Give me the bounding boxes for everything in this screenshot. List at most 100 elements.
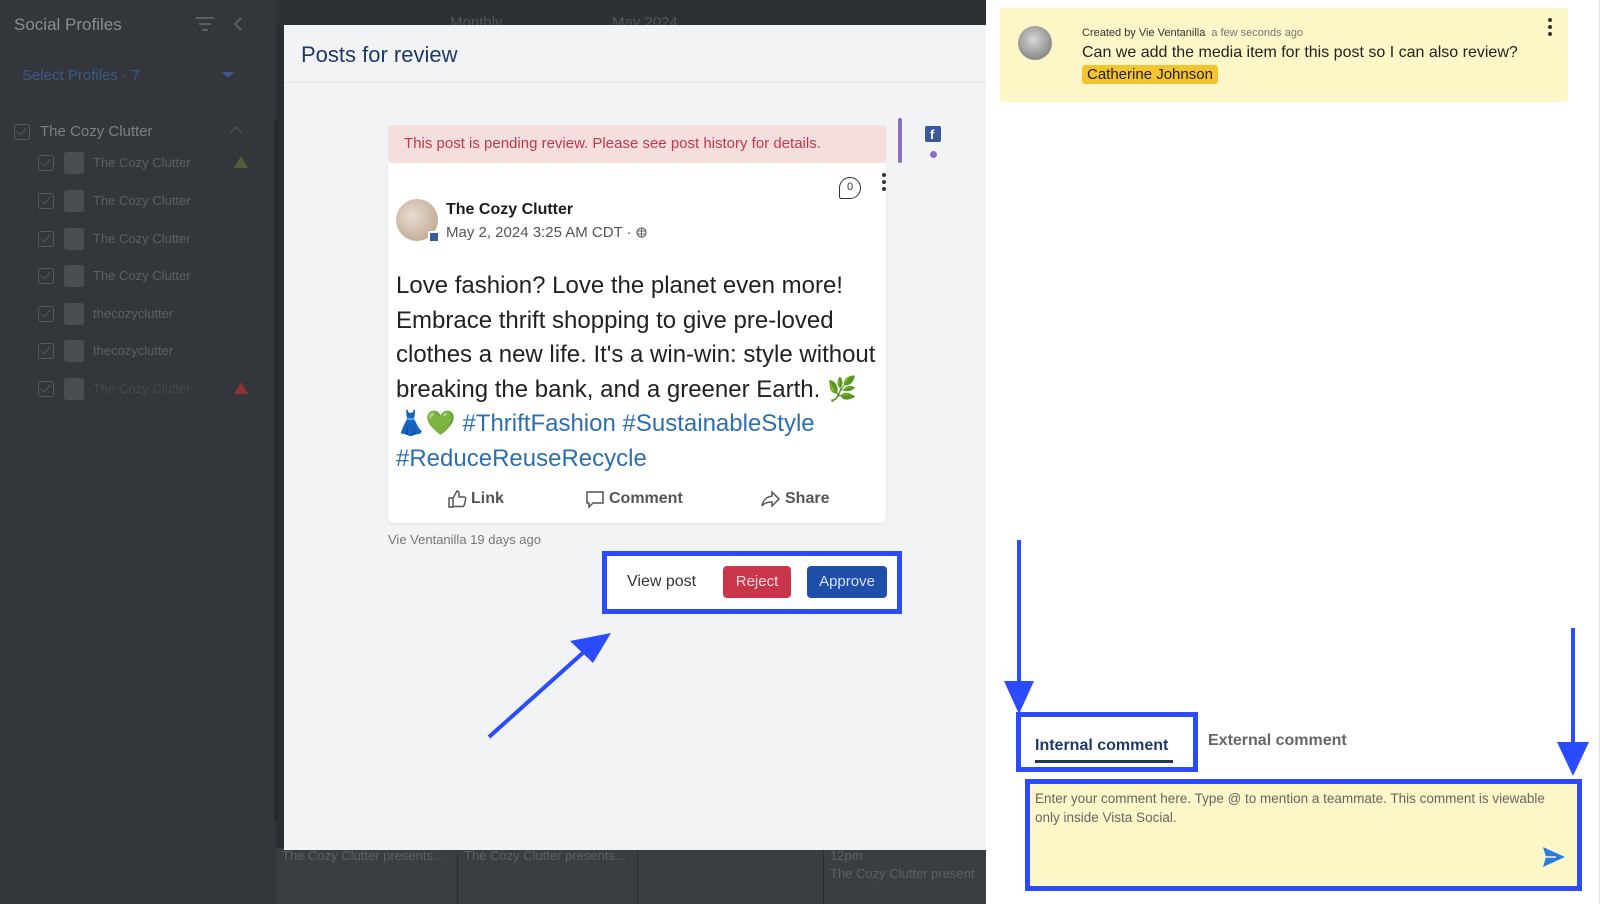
comment-time: a few seconds ago (1211, 27, 1304, 39)
comment-count-icon[interactable]: 0 (839, 177, 861, 199)
profile-row[interactable]: The Cozy Clutter (38, 265, 258, 289)
profile-avatar (64, 340, 84, 362)
calendar-strip: The Cozy Clutter presents... The Cozy Cl… (276, 848, 986, 904)
profile-checkbox[interactable] (38, 155, 54, 171)
hashtag[interactable]: #SustainableStyle (623, 410, 815, 437)
internal-comment-tab-highlight: Internal comment (1016, 712, 1198, 772)
share-icon (761, 490, 781, 508)
tab-external-comment[interactable]: External comment (1208, 732, 1347, 750)
comment-author: Created by Vie Ventanilla (1082, 27, 1206, 39)
post-text: Love fashion? Love the planet even more!… (396, 269, 881, 476)
post-author: The Cozy Clutter (446, 201, 574, 218)
profile-name: The Cozy Clutter (93, 381, 191, 396)
profile-avatar (64, 190, 84, 212)
status-dot (930, 151, 937, 158)
comment-input[interactable] (1035, 789, 1563, 867)
screen: Social Profiles Select Profiles · 7 The … (0, 0, 1600, 904)
globe-icon (636, 227, 647, 238)
approve-button[interactable]: Approve (807, 566, 887, 598)
scrollbar[interactable] (274, 120, 278, 820)
profile-row[interactable]: The Cozy Clutter (38, 228, 258, 252)
select-profiles-label: Select Profiles · 7 (22, 67, 140, 84)
profile-name: The Cozy Clutter (93, 193, 191, 208)
pending-review-notice: This post is pending review. Please see … (388, 125, 886, 163)
like-button[interactable]: Link (471, 490, 504, 508)
pending-review-text: This post is pending review. Please see … (404, 135, 821, 152)
profile-avatar (64, 228, 84, 250)
profile-group-label: The Cozy Clutter (40, 123, 153, 140)
profile-avatar (64, 378, 84, 400)
warning-icon (234, 382, 248, 394)
calendar-cell[interactable]: The Cozy Clutter presents... (458, 848, 638, 904)
chevron-left-icon[interactable] (232, 16, 244, 32)
profile-avatar (64, 152, 84, 174)
calendar-cell[interactable]: 12pm The Cozy Clutter present (824, 848, 986, 904)
comment-text: Can we add the media item for this post … (1082, 44, 1518, 61)
posts-for-review-modal: Posts for review This post is pending re… (284, 25, 986, 850)
post-author-avatar (396, 199, 440, 243)
post-action-bar: Link Comment Share (388, 485, 886, 515)
reject-button[interactable]: Reject (723, 566, 791, 598)
sidebar: Social Profiles Select Profiles · 7 The … (0, 0, 276, 904)
modal-header: Posts for review (284, 25, 986, 83)
facebook-icon (428, 231, 440, 243)
comment-more-icon[interactable] (1548, 18, 1552, 36)
comment-meta: Created by Vie Ventanilla a few seconds a… (1082, 27, 1303, 39)
profile-name: The Cozy Clutter (93, 268, 191, 283)
warning-icon (234, 156, 248, 168)
profile-name: thecozyclutter (93, 343, 174, 358)
profile-row[interactable]: thecozyclutter (38, 303, 258, 327)
post-date: May 2, 2024 3:25 AM CDT · (446, 224, 647, 241)
modal-title: Posts for review (301, 42, 458, 67)
profile-group[interactable]: The Cozy Clutter (14, 122, 254, 146)
active-tab-indicator (1035, 760, 1173, 763)
comment-card: Created by Vie Ventanilla a few seconds a… (1000, 8, 1568, 102)
profile-name: The Cozy Clutter (93, 155, 191, 170)
profile-avatar (64, 303, 84, 325)
profile-checkbox[interactable] (38, 193, 54, 209)
group-checkbox[interactable] (14, 124, 30, 140)
chevron-up-icon[interactable] (230, 126, 242, 138)
select-profiles-dropdown[interactable]: Select Profiles · 7 (14, 56, 246, 96)
hashtag[interactable]: #ThriftFashion (462, 410, 615, 437)
filter-icon[interactable] (196, 17, 214, 31)
caret-down-icon (222, 72, 234, 78)
commenter-avatar (1018, 26, 1052, 60)
thumbs-up-icon (448, 490, 467, 508)
view-post-button[interactable]: View post (627, 573, 696, 591)
comment-icon (586, 491, 604, 509)
mention-tag[interactable]: Catherine Johnson (1082, 65, 1218, 84)
post-more-icon[interactable] (882, 173, 886, 191)
profile-checkbox[interactable] (38, 306, 54, 322)
selection-indicator (898, 118, 902, 163)
profile-avatar (64, 265, 84, 287)
profile-checkbox[interactable] (38, 268, 54, 284)
profile-checkbox[interactable] (38, 343, 54, 359)
calendar-toolbar: Monthly May 2024 (276, 0, 986, 31)
calendar-cell-time: 12pm (830, 848, 863, 863)
calendar-cell-text: The Cozy Clutter presents... (282, 848, 444, 863)
facebook-icon[interactable] (925, 126, 941, 142)
calendar-cell-text: The Cozy Clutter presents... (464, 848, 626, 863)
profile-row[interactable]: thecozyclutter (38, 340, 258, 364)
sidebar-title: Social Profiles (14, 15, 122, 34)
post-review-item: This post is pending review. Please see … (388, 125, 886, 545)
tab-internal-comment[interactable]: Internal comment (1035, 737, 1168, 755)
share-button[interactable]: Share (785, 490, 829, 508)
calendar-cell[interactable]: The Cozy Clutter presents... (276, 848, 458, 904)
comment-input-highlight (1025, 779, 1582, 891)
profile-checkbox[interactable] (38, 231, 54, 247)
calendar-cell-text: The Cozy Clutter present (830, 866, 975, 881)
profile-row[interactable]: The Cozy Clutter (38, 190, 258, 214)
post-date-text: May 2, 2024 3:25 AM CDT · (446, 224, 636, 241)
comment-button[interactable]: Comment (609, 490, 683, 508)
profile-name: thecozyclutter (93, 306, 174, 321)
review-actions-highlight: View post Reject Approve (602, 551, 902, 614)
hashtag[interactable]: #ReduceReuseRecycle (396, 445, 647, 472)
profile-row[interactable]: The Cozy Clutter (38, 152, 258, 176)
profile-checkbox[interactable] (38, 381, 54, 397)
calendar-cell[interactable] (638, 848, 824, 904)
profile-row[interactable]: The Cozy Clutter (38, 378, 258, 402)
post-preview-card: 0 The Cozy Clutter May 2, 2024 3:25 AM C… (388, 163, 886, 523)
send-icon[interactable] (1542, 846, 1566, 868)
